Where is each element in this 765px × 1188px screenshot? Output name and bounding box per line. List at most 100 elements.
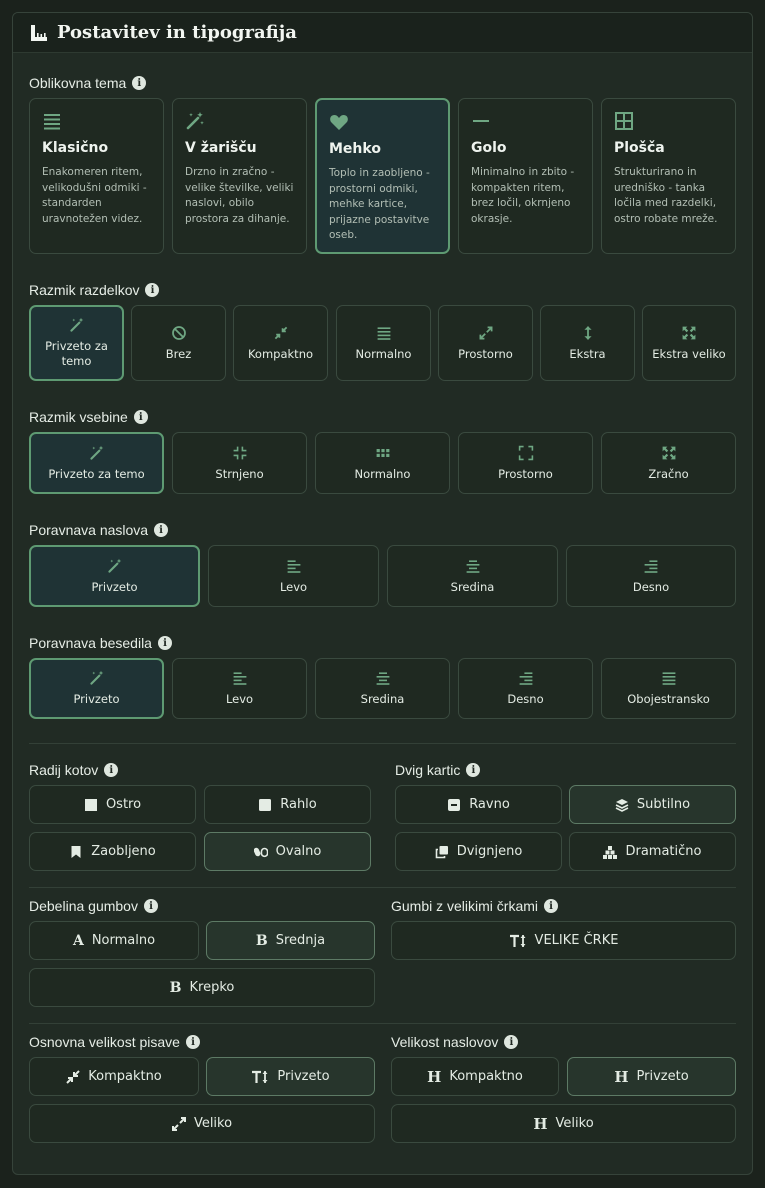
text-align-label-text: Poravnava besedila [29,635,152,651]
option-label: Dramatično [625,844,702,859]
heading-size-option[interactable]: H Kompaktno [391,1057,559,1096]
panel-title: Postavitev in tipografija [57,22,297,43]
magic-wand-icon [186,112,204,130]
text-align-option[interactable]: Obojestransko [601,658,736,719]
magic-wand-icon [69,317,83,332]
base-font-size-label-text: Osnovna velikost pisave [29,1034,180,1050]
divider [29,1023,736,1024]
base-font-size-option[interactable]: Privzeto [206,1057,375,1096]
theme-card-plosca[interactable]: Plošča Strukturirano in uredniško - tank… [601,98,736,254]
bold-icon: B [169,979,182,996]
base-font-size-option[interactable]: Kompaktno [29,1057,199,1096]
divider [29,887,736,888]
option-label: Veliko [193,1116,233,1131]
layers-icon [615,798,629,812]
heading-size-option[interactable]: H Veliko [391,1104,736,1143]
base-font-size-option[interactable]: Veliko [29,1104,375,1143]
base-font-size-label: Osnovna velikost pisave i [29,1034,200,1050]
section-spacing-option[interactable]: Prostorno [438,305,533,381]
content-spacing-option[interactable]: Normalno [315,432,450,494]
option-label: Ostro [105,797,142,812]
text-align-option[interactable]: Desno [458,658,593,719]
info-icon[interactable]: i [544,899,559,913]
theme-name: Plošča [614,140,665,156]
info-icon[interactable]: i [104,763,119,777]
corner-radius-label: Radij kotov i [29,762,119,778]
align-left-icon [287,559,300,573]
section-spacing-option[interactable]: Kompaktno [233,305,328,381]
theme-card-v-zariscu[interactable]: V žarišču Drzno in zračno - velike števi… [172,98,307,254]
section-spacing-option[interactable]: Ekstra veliko [642,305,736,381]
cubes-icon [603,845,618,859]
ruler-icon [31,24,47,41]
option-label: Desno [632,579,670,594]
section-spacing-option[interactable]: Normalno [336,305,431,381]
info-icon[interactable]: i [185,1035,200,1049]
option-label: Ovalno [275,844,322,859]
theme-desc: Enakomeren ritem, velikodušni odmiki - s… [42,166,147,225]
lines-icon [44,114,60,130]
text-align-option[interactable]: Levo [172,658,307,719]
button-weight-option[interactable]: B Krepko [29,968,375,1007]
dots-grid-icon [376,448,389,457]
button-weight-option[interactable]: A Normalno [29,921,199,960]
card-lift-option[interactable]: Ravno [395,785,562,824]
content-spacing-option[interactable]: Privzeto za temo [29,432,164,494]
option-label: Sredina [360,692,405,706]
card-lift-option[interactable]: Dramatično [569,832,736,871]
uppercase-buttons-label: Gumbi z velikimi črkami i [391,898,559,914]
theme-card-mehko[interactable]: Mehko Toplo in zaobljeno - prostorni odm… [315,98,450,254]
corner-radius-option[interactable]: Rahlo [204,785,371,824]
info-icon[interactable]: i [145,283,160,297]
section-spacing-option[interactable]: Privzeto za temo [29,305,124,381]
magic-wand-icon [89,670,103,685]
heading-align-option[interactable]: Desno [566,545,736,607]
info-icon[interactable]: i [132,76,147,90]
corner-radius-option[interactable]: Ovalno [204,832,371,871]
compress-icon [66,1069,80,1084]
heading-size-option[interactable]: H Privzeto [567,1057,736,1096]
info-icon[interactable]: i [133,410,148,424]
option-label: Levo [225,692,254,706]
option-label: Ekstra veliko [652,346,726,361]
heading-align-option[interactable]: Privzeto [29,545,200,607]
magic-wand-icon [89,445,103,460]
corner-radius-option[interactable]: Zaobljeno [29,832,196,871]
button-weight-option[interactable]: B Srednja [206,921,375,960]
info-icon[interactable]: i [466,763,481,777]
card-lift-option[interactable]: Dvignjeno [395,832,562,871]
option-label: Ekstra [569,346,606,361]
corner-radius-option[interactable]: Ostro [29,785,196,824]
heading-align-option[interactable]: Sredina [387,545,558,607]
uppercase-toggle[interactable]: VELIKE ČRKE [391,921,736,960]
heading-icon: H [533,1114,548,1133]
info-icon[interactable]: i [504,1035,519,1049]
option-label: Srednja [275,933,326,948]
option-label: VELIKE ČRKE [534,933,619,948]
content-spacing-option[interactable]: Zračno [601,432,736,494]
align-right-icon [644,559,658,573]
heading-align-option[interactable]: Levo [208,545,379,607]
heading-size-label: Velikost naslovov i [391,1034,519,1050]
theme-card-klasicno[interactable]: Klasično Enakomeren ritem, velikodušni o… [29,98,164,254]
theme-label: Oblikovna tema i [29,75,147,91]
option-label: Dvignjeno [456,844,523,859]
theme-card-golo[interactable]: Golo Minimalno in zbito - kompakten rite… [458,98,593,254]
button-weight-label-text: Debelina gumbov [29,898,138,914]
info-icon[interactable]: i [154,523,169,537]
theme-name: Klasično [42,140,109,156]
content-spacing-option[interactable]: Strnjeno [172,432,307,494]
card-lift-option[interactable]: Subtilno [569,785,736,824]
option-label: Kompaktno [88,1069,162,1084]
content-spacing-option[interactable]: Prostorno [458,432,593,494]
section-spacing-option[interactable]: Brez [131,305,226,381]
lines-icon [377,326,390,340]
info-icon[interactable]: i [157,636,172,650]
option-label: Kompaktno [247,346,314,361]
section-spacing-option[interactable]: Ekstra [540,305,635,381]
info-icon[interactable]: i [143,899,158,913]
text-align-option[interactable]: Sredina [315,658,450,719]
option-label: Kompaktno [449,1069,523,1084]
text-align-option[interactable]: Privzeto [29,658,164,719]
theme-name: Mehko [329,141,381,157]
